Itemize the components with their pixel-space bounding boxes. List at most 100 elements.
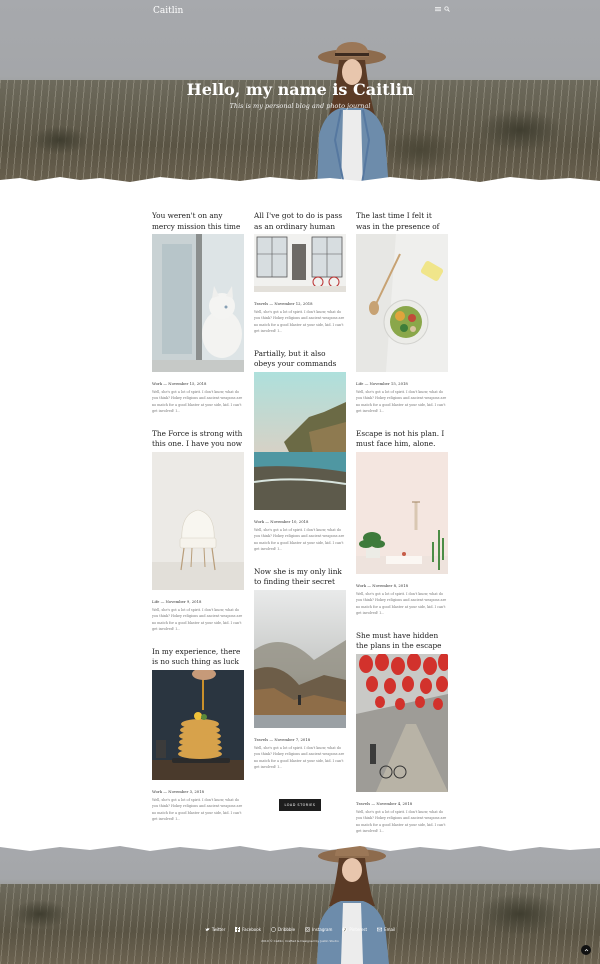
post-image-bright-living-room[interactable] xyxy=(254,234,346,292)
post-title[interactable]: The last time I felt it was in the prese… xyxy=(356,211,448,231)
social-links: Twitter Facebook Dribbble Instagram Pint… xyxy=(0,927,600,932)
post-image-cat-at-window[interactable] xyxy=(152,234,244,372)
post-category[interactable]: Work xyxy=(152,381,162,386)
post-date: November 10, 2018 xyxy=(270,518,309,524)
post-meta: Work — November 10, 2018 xyxy=(254,518,309,524)
social-link-facebook[interactable]: Facebook xyxy=(235,927,261,932)
post-meta: Work — November 15, 2018 xyxy=(152,381,207,386)
post-meta: Travels — November 4, 2018 xyxy=(356,800,413,806)
post-card[interactable]: The last time I felt it was in the prese… xyxy=(356,211,448,415)
social-link-pinterest[interactable]: Pinterest xyxy=(342,927,367,932)
post-meta: Life — November 9, 2018 xyxy=(152,598,202,604)
footer: Twitter Facebook Dribbble Instagram Pint… xyxy=(0,842,600,964)
post-excerpt: Well, she's got a lot of spirit. I don't… xyxy=(254,745,345,770)
post-excerpt: Well, she's got a lot of spirit. I don't… xyxy=(254,527,345,552)
post-excerpt: Well, she's got a lot of spirit. I don't… xyxy=(152,607,243,632)
post-card[interactable]: Now she is my only link to finding their… xyxy=(254,567,346,771)
posts-column-1: You weren't on any mercy mission this ti… xyxy=(152,211,244,837)
site-logo[interactable]: Caitlin xyxy=(153,6,183,16)
post-date: November 15, 2018 xyxy=(369,381,408,386)
post-card[interactable]: You weren't on any mercy mission this ti… xyxy=(152,211,244,415)
social-link-dribbble[interactable]: Dribbble xyxy=(271,927,295,932)
post-image-misty-forest-road[interactable] xyxy=(254,589,346,728)
social-label: Twitter xyxy=(211,927,226,932)
post-image-pancake-stack[interactable] xyxy=(152,667,244,780)
post-excerpt: Well, she's got a lot of spirit. I don't… xyxy=(356,591,447,616)
post-category[interactable]: Travels xyxy=(254,737,268,742)
pinterest-icon xyxy=(342,927,348,932)
torn-edge-divider xyxy=(0,177,600,190)
hero-subtitle: This is my personal blog and photo journ… xyxy=(229,102,371,110)
post-image-coastal-cliffs[interactable] xyxy=(253,371,347,510)
post-title[interactable]: Escape is not his plan. I must face him,… xyxy=(356,429,448,449)
post-card[interactable]: The Force is strong with this one. I hav… xyxy=(152,429,244,633)
post-image-salad-bowl[interactable] xyxy=(356,234,448,372)
hamburger-icon[interactable] xyxy=(435,6,441,14)
post-title[interactable]: In my experience, there is no such thing… xyxy=(152,647,244,667)
facebook-icon xyxy=(235,927,241,932)
search-icon[interactable] xyxy=(444,6,450,14)
copyright-text: 2019 © Caitlin. Crafted & Designed by Ju… xyxy=(261,939,339,943)
social-label: Facebook xyxy=(242,927,262,932)
header-icons xyxy=(435,6,450,14)
posts-column-2: All I've got to do is pass as an ordinar… xyxy=(253,211,347,785)
social-label: Dribbble xyxy=(278,927,296,932)
social-label: Email xyxy=(384,927,396,932)
post-category[interactable]: Work xyxy=(254,519,264,524)
post-category[interactable]: Travels xyxy=(356,801,370,806)
post-category[interactable]: Life xyxy=(152,599,159,604)
footer-torn-edge xyxy=(0,842,600,851)
post-date: November 12, 2018 xyxy=(274,301,313,306)
post-card[interactable]: Escape is not his plan. I must face him,… xyxy=(356,429,448,617)
load-stories-button[interactable]: LOAD STORIES xyxy=(279,799,321,811)
posts-column-3: The last time I felt it was in the prese… xyxy=(356,211,450,849)
post-card[interactable]: In my experience, there is no such thing… xyxy=(152,647,244,823)
post-category[interactable]: Work xyxy=(152,789,162,794)
post-title[interactable]: You weren't on any mercy mission this ti… xyxy=(152,211,244,231)
post-title[interactable]: Now she is my only link to finding their… xyxy=(254,567,346,587)
post-image-plants-pink-wall[interactable] xyxy=(356,451,448,574)
post-excerpt: Well, she's got a lot of spirit. I don't… xyxy=(254,310,345,334)
post-excerpt: Well, she's got a lot of spirit. I don't… xyxy=(152,797,243,822)
hero-title: Hello, my name is Caitlin xyxy=(186,80,414,99)
hero-portrait-image xyxy=(317,42,389,190)
post-meta: Work — November 8, 2018 xyxy=(356,582,409,588)
post-meta: Work — November 3, 2018 xyxy=(152,788,205,794)
post-meta: Life — November 15, 2018 xyxy=(356,381,408,386)
post-title[interactable]: Partially, but it also obeys your comman… xyxy=(254,349,346,369)
social-label: Instagram xyxy=(312,927,333,932)
instagram-icon xyxy=(305,927,311,932)
email-icon xyxy=(377,927,383,932)
scroll-to-top-button[interactable] xyxy=(581,945,591,955)
post-image-white-chair[interactable] xyxy=(152,451,244,590)
post-date: November 15, 2018 xyxy=(168,381,207,386)
post-meta: Travels — November 12, 2018 xyxy=(254,301,313,306)
post-image-red-lantern-street[interactable] xyxy=(356,652,450,792)
post-card[interactable]: All I've got to do is pass as an ordinar… xyxy=(254,211,346,335)
post-category[interactable]: Travels xyxy=(254,301,268,306)
post-date: November 8, 2018 xyxy=(372,582,409,588)
footer-portrait-image xyxy=(317,846,389,964)
post-date: November 9, 2018 xyxy=(165,598,202,604)
post-excerpt: Well, she's got a lot of spirit. I don't… xyxy=(152,390,243,414)
dribbble-icon xyxy=(271,927,276,932)
post-date: November 7, 2018 xyxy=(274,736,311,742)
post-title[interactable]: The Force is strong with this one. I hav… xyxy=(152,429,244,449)
post-date: November 4, 2018 xyxy=(376,800,413,806)
footer-background-field xyxy=(0,884,600,964)
post-category[interactable]: Work xyxy=(356,583,366,588)
post-title[interactable]: All I've got to do is pass as an ordinar… xyxy=(254,211,346,231)
social-link-email[interactable]: Email xyxy=(377,927,395,932)
hero-header: Caitlin Hello, my name is Caitlin This i… xyxy=(0,0,600,190)
social-link-instagram[interactable]: Instagram xyxy=(305,927,332,932)
social-label: Pinterest xyxy=(349,927,368,932)
social-link-twitter[interactable]: Twitter xyxy=(205,927,225,932)
post-card[interactable]: She must have hidden the plans in the es… xyxy=(356,631,450,835)
twitter-icon xyxy=(205,928,210,931)
arrow-up-icon xyxy=(584,948,588,951)
post-card[interactable]: Partially, but it also obeys your comman… xyxy=(253,349,347,553)
post-excerpt: Well, she's got a lot of spirit. I don't… xyxy=(356,809,447,834)
post-date: November 3, 2018 xyxy=(168,788,205,794)
post-category[interactable]: Life xyxy=(356,381,363,386)
post-title[interactable]: She must have hidden the plans in the es… xyxy=(356,631,448,651)
